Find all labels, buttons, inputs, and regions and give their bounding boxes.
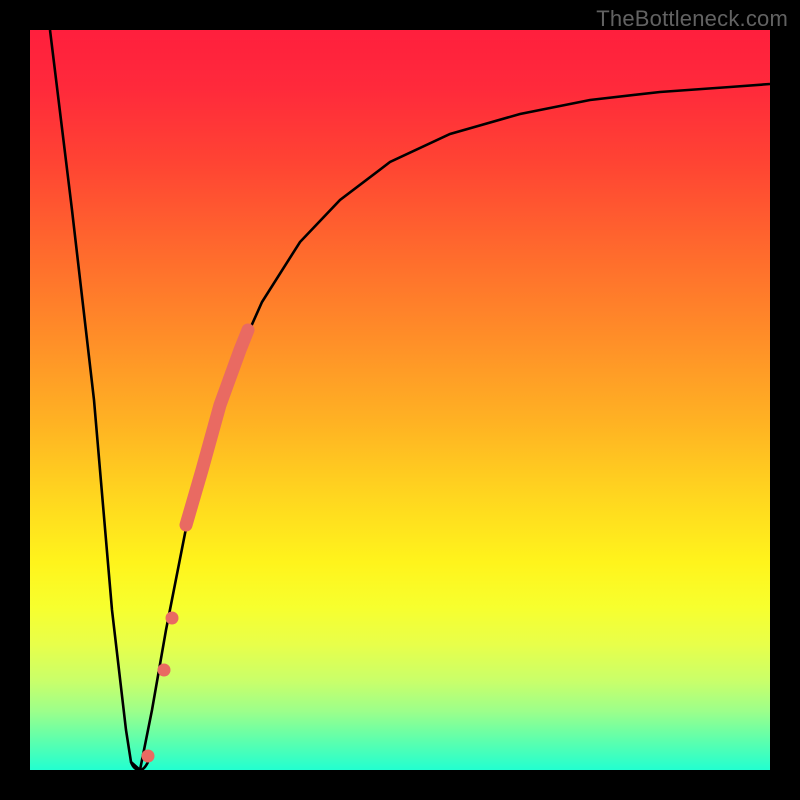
marker-dot [166,612,179,625]
marker-dot [142,750,155,763]
curve-left-branch [50,30,140,770]
marker-dot [158,664,171,677]
chart-frame: TheBottleneck.com [0,0,800,800]
watermark-text: TheBottleneck.com [596,6,788,32]
plot-area [30,30,770,770]
curve-layer [30,30,770,770]
curve-right-branch [140,84,770,770]
highlight-segment [186,330,248,525]
